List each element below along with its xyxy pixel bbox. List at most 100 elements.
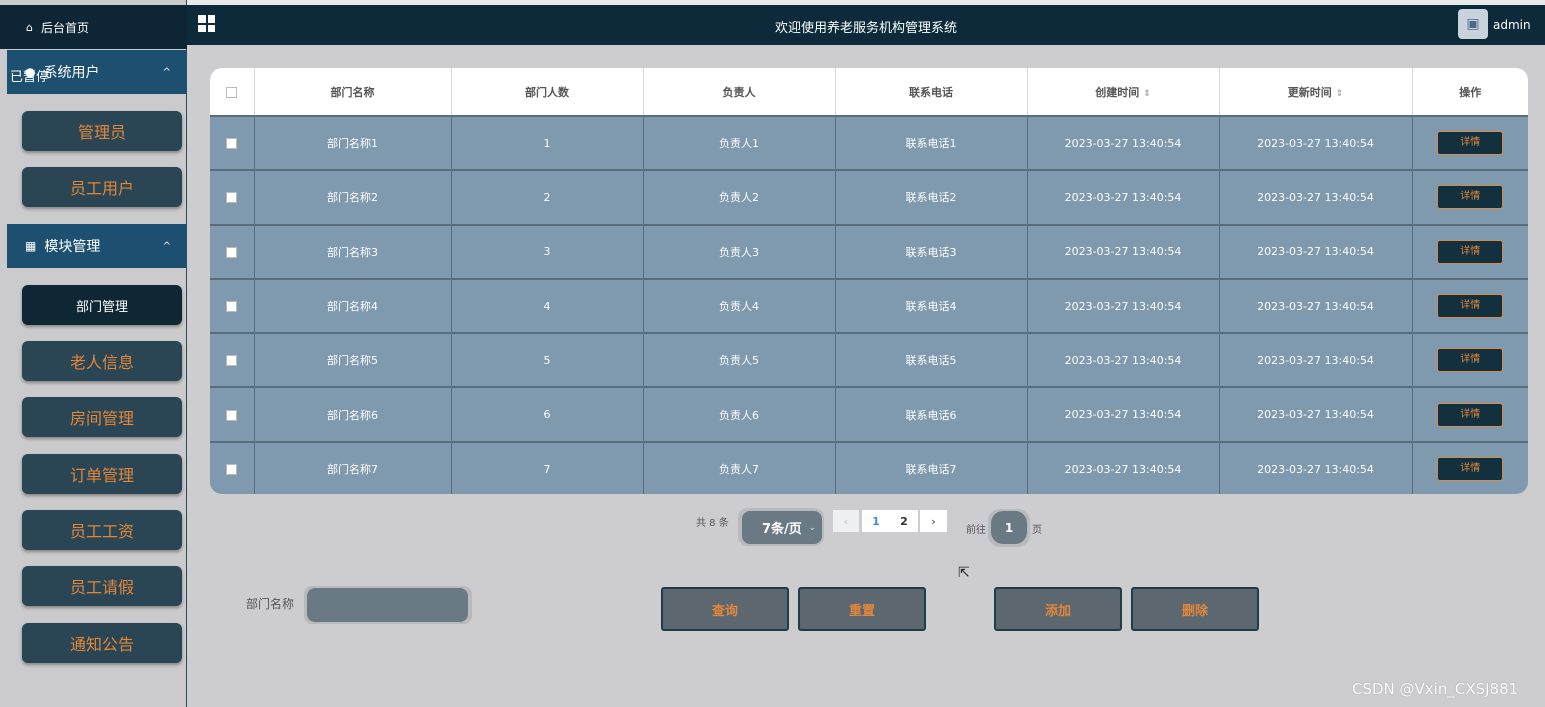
department-name-input[interactable] bbox=[307, 588, 468, 622]
table-cell: 负责人6 bbox=[643, 386, 836, 442]
column-header: 部门名称 bbox=[254, 68, 452, 116]
sidebar-home-label: 后台首页 bbox=[40, 20, 89, 35]
detail-button[interactable]: 详情 bbox=[1437, 348, 1504, 373]
page-size-value: 7条/页 bbox=[762, 522, 802, 537]
table-cell: 联系电话4 bbox=[835, 277, 1028, 334]
action-cell: 详情 bbox=[1412, 277, 1528, 334]
action-cell: 详情 bbox=[1412, 332, 1528, 388]
sidebar-item-elderly-info[interactable]: 老人信息 bbox=[22, 341, 182, 381]
row-checkbox[interactable] bbox=[226, 355, 238, 367]
row-checkbox[interactable] bbox=[226, 301, 238, 313]
detail-button[interactable]: 详情 bbox=[1437, 457, 1504, 482]
table-cell: 负责人3 bbox=[643, 223, 836, 279]
row-checkbox[interactable] bbox=[226, 246, 238, 258]
row-select-cell[interactable] bbox=[210, 386, 255, 442]
row-select-cell[interactable] bbox=[210, 440, 255, 494]
action-cell: 详情 bbox=[1412, 223, 1528, 279]
detail-button[interactable]: 详情 bbox=[1437, 185, 1504, 210]
table-cell: 部门名称3 bbox=[254, 223, 452, 279]
next-page-button[interactable]: › bbox=[920, 510, 947, 532]
pagination-total: 共 8 条 bbox=[696, 518, 729, 529]
page-button-1[interactable]: 1 bbox=[862, 510, 890, 532]
column-header: 负责人 bbox=[643, 68, 836, 116]
table-cell: 4 bbox=[451, 277, 644, 334]
table-row: 部门名称2 2 负责人2 联系电话2 2023-03-27 13:40:54 2023-0… bbox=[210, 169, 1528, 225]
table-cell: 联系电话7 bbox=[835, 440, 1028, 494]
detail-button[interactable]: 详情 bbox=[1437, 402, 1504, 427]
query-button[interactable]: 查询 bbox=[661, 587, 789, 631]
table-cell: 联系电话3 bbox=[835, 223, 1028, 279]
watermark: CSDN @Vxin_CXSJ881 bbox=[1352, 680, 1519, 698]
table-cell: 2023-03-27 13:40:54 bbox=[1219, 440, 1413, 494]
delete-button[interactable]: 删除 bbox=[1131, 587, 1259, 631]
table-header-row: 部门名称 部门人数 负责人 联系电话 创建时间 ⇕ 更新时间 ⇕ 操作 bbox=[210, 68, 1528, 116]
sidebar-item-rooms[interactable]: 房间管理 bbox=[22, 397, 182, 437]
sort-icon[interactable]: ⇕ bbox=[1336, 89, 1344, 99]
paused-overlay: 已暂停 bbox=[10, 70, 50, 85]
table-row: 部门名称6 6 负责人6 联系电话6 2023-03-27 13:40:54 2023-0… bbox=[210, 386, 1528, 442]
table-cell: 2023-03-27 13:40:54 bbox=[1219, 386, 1413, 442]
column-header-label: 更新时间 bbox=[1287, 85, 1332, 99]
detail-button[interactable]: 详情 bbox=[1437, 239, 1504, 264]
table-cell: 6 bbox=[451, 386, 644, 442]
sidebar: ⌂ 后台首页 ● 系统用户 ^ 已暂停 管理员 员工用户 ▦ 模块管理 ^ 部门… bbox=[0, 0, 187, 707]
row-select-cell[interactable] bbox=[210, 223, 255, 279]
table-cell: 2023-03-27 13:40:54 bbox=[1219, 114, 1413, 171]
column-header: 部门人数 bbox=[451, 68, 644, 116]
chevron-up-icon: ^ bbox=[162, 66, 171, 78]
table-cell: 2023-03-27 13:40:54 bbox=[1219, 223, 1413, 279]
select-all-cell[interactable] bbox=[210, 68, 255, 116]
table-cell: 2023-03-27 13:40:54 bbox=[1027, 114, 1220, 171]
username[interactable]: admin bbox=[1493, 18, 1531, 32]
sidebar-item-orders[interactable]: 订单管理 bbox=[22, 454, 182, 494]
row-select-cell[interactable] bbox=[210, 277, 255, 334]
page-button-2[interactable]: 2 bbox=[890, 510, 918, 532]
page-size-select[interactable]: 7条/页 ⌄ bbox=[742, 511, 822, 544]
table-row: 部门名称1 1 负责人1 联系电话1 2023-03-27 13:40:54 2023-0… bbox=[210, 114, 1528, 171]
detail-button[interactable]: 详情 bbox=[1437, 294, 1504, 319]
sidebar-home[interactable]: ⌂ 后台首页 bbox=[0, 5, 187, 49]
row-select-cell[interactable] bbox=[210, 332, 255, 388]
table-cell: 7 bbox=[451, 440, 644, 494]
sidebar-item-staff-users[interactable]: 员工用户 bbox=[22, 167, 182, 207]
row-checkbox[interactable] bbox=[226, 192, 238, 204]
sidebar-item-department[interactable]: 部门管理 bbox=[22, 285, 182, 325]
sort-icon[interactable]: ⇕ bbox=[1143, 89, 1151, 99]
detail-button[interactable]: 详情 bbox=[1437, 131, 1504, 156]
sidebar-item-admin[interactable]: 管理员 bbox=[22, 111, 182, 151]
sidebar-group-modules[interactable]: ▦ 模块管理 ^ bbox=[7, 224, 187, 268]
row-checkbox[interactable] bbox=[226, 138, 238, 150]
table-cell: 负责人1 bbox=[643, 114, 836, 171]
avatar[interactable]: ▣ bbox=[1458, 9, 1488, 39]
column-header-created[interactable]: 创建时间 ⇕ bbox=[1027, 68, 1220, 116]
search-label: 部门名称 bbox=[246, 597, 295, 611]
table-cell: 3 bbox=[451, 223, 644, 279]
table-cell: 联系电话2 bbox=[835, 169, 1028, 225]
row-select-cell[interactable] bbox=[210, 169, 255, 225]
action-cell: 详情 bbox=[1412, 114, 1528, 171]
page-suffix: 页 bbox=[1032, 525, 1042, 536]
row-checkbox[interactable] bbox=[226, 464, 238, 476]
prev-page-button[interactable]: ‹ bbox=[833, 510, 859, 532]
table-cell: 部门名称5 bbox=[254, 332, 452, 388]
reset-button[interactable]: 重置 bbox=[798, 587, 926, 631]
top-bar: 欢迎使用养老服务机构管理系统 ▣ admin bbox=[187, 5, 1545, 45]
add-button[interactable]: 添加 bbox=[994, 587, 1122, 631]
select-all-checkbox[interactable] bbox=[226, 86, 238, 98]
goto-page-input[interactable]: 1 bbox=[991, 511, 1027, 544]
sidebar-item-leave[interactable]: 员工请假 bbox=[22, 566, 182, 606]
table-cell: 联系电话1 bbox=[835, 114, 1028, 171]
data-table: 部门名称 部门人数 负责人 联系电话 创建时间 ⇕ 更新时间 ⇕ 操作 部门名称1 1… bbox=[210, 68, 1528, 494]
sidebar-item-notices[interactable]: 通知公告 bbox=[22, 623, 182, 663]
row-select-cell[interactable] bbox=[210, 114, 255, 171]
column-header-label: 创建时间 bbox=[1095, 85, 1140, 99]
table-cell: 2023-03-27 13:40:54 bbox=[1027, 277, 1220, 334]
table-cell: 部门名称4 bbox=[254, 277, 452, 334]
table-row: 部门名称4 4 负责人4 联系电话4 2023-03-27 13:40:54 2023-0… bbox=[210, 277, 1528, 334]
table-cell: 部门名称6 bbox=[254, 386, 452, 442]
table-cell: 联系电话6 bbox=[835, 386, 1028, 442]
action-cell: 详情 bbox=[1412, 440, 1528, 494]
row-checkbox[interactable] bbox=[226, 409, 238, 421]
column-header-updated[interactable]: 更新时间 ⇕ bbox=[1219, 68, 1413, 116]
sidebar-item-salary[interactable]: 员工工资 bbox=[22, 510, 182, 550]
